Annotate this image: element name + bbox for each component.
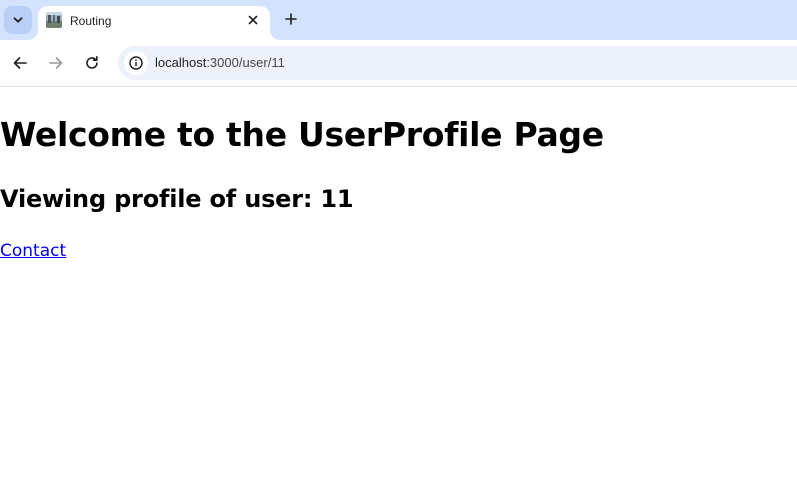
url-path: :3000/user/11 bbox=[206, 55, 285, 70]
reload-button[interactable] bbox=[80, 51, 104, 75]
arrow-left-icon bbox=[13, 57, 27, 69]
page-content: Welcome to the UserProfile Page Viewing … bbox=[0, 87, 797, 479]
address-bar[interactable]: localhost:3000/user/11 bbox=[118, 46, 797, 80]
contact-link[interactable]: Contact bbox=[0, 241, 66, 261]
tab-strip: Routing bbox=[0, 0, 797, 40]
tab-title: Routing bbox=[70, 14, 112, 28]
forward-button[interactable] bbox=[44, 51, 68, 75]
tab-close-button[interactable] bbox=[244, 11, 262, 29]
active-tab[interactable]: Routing bbox=[38, 6, 270, 40]
reload-icon bbox=[86, 56, 98, 69]
new-tab-button[interactable] bbox=[280, 8, 302, 30]
arrow-right-icon bbox=[49, 57, 63, 69]
info-icon bbox=[129, 56, 143, 70]
page-heading: Welcome to the UserProfile Page bbox=[0, 115, 604, 154]
chevron-down-icon bbox=[13, 17, 23, 23]
contact-link-label: Contact bbox=[0, 241, 67, 261]
close-icon bbox=[248, 15, 258, 25]
plus-icon bbox=[285, 13, 297, 25]
browser-toolbar: localhost:3000/user/11 bbox=[0, 40, 797, 87]
back-button[interactable] bbox=[8, 51, 32, 75]
url-text[interactable]: localhost:3000/user/11 bbox=[155, 55, 285, 70]
favicon-icon bbox=[46, 12, 62, 28]
page-subheading: Viewing profile of user: 11 bbox=[0, 185, 354, 213]
url-host: localhost bbox=[155, 55, 207, 70]
site-info-button[interactable] bbox=[124, 51, 148, 75]
